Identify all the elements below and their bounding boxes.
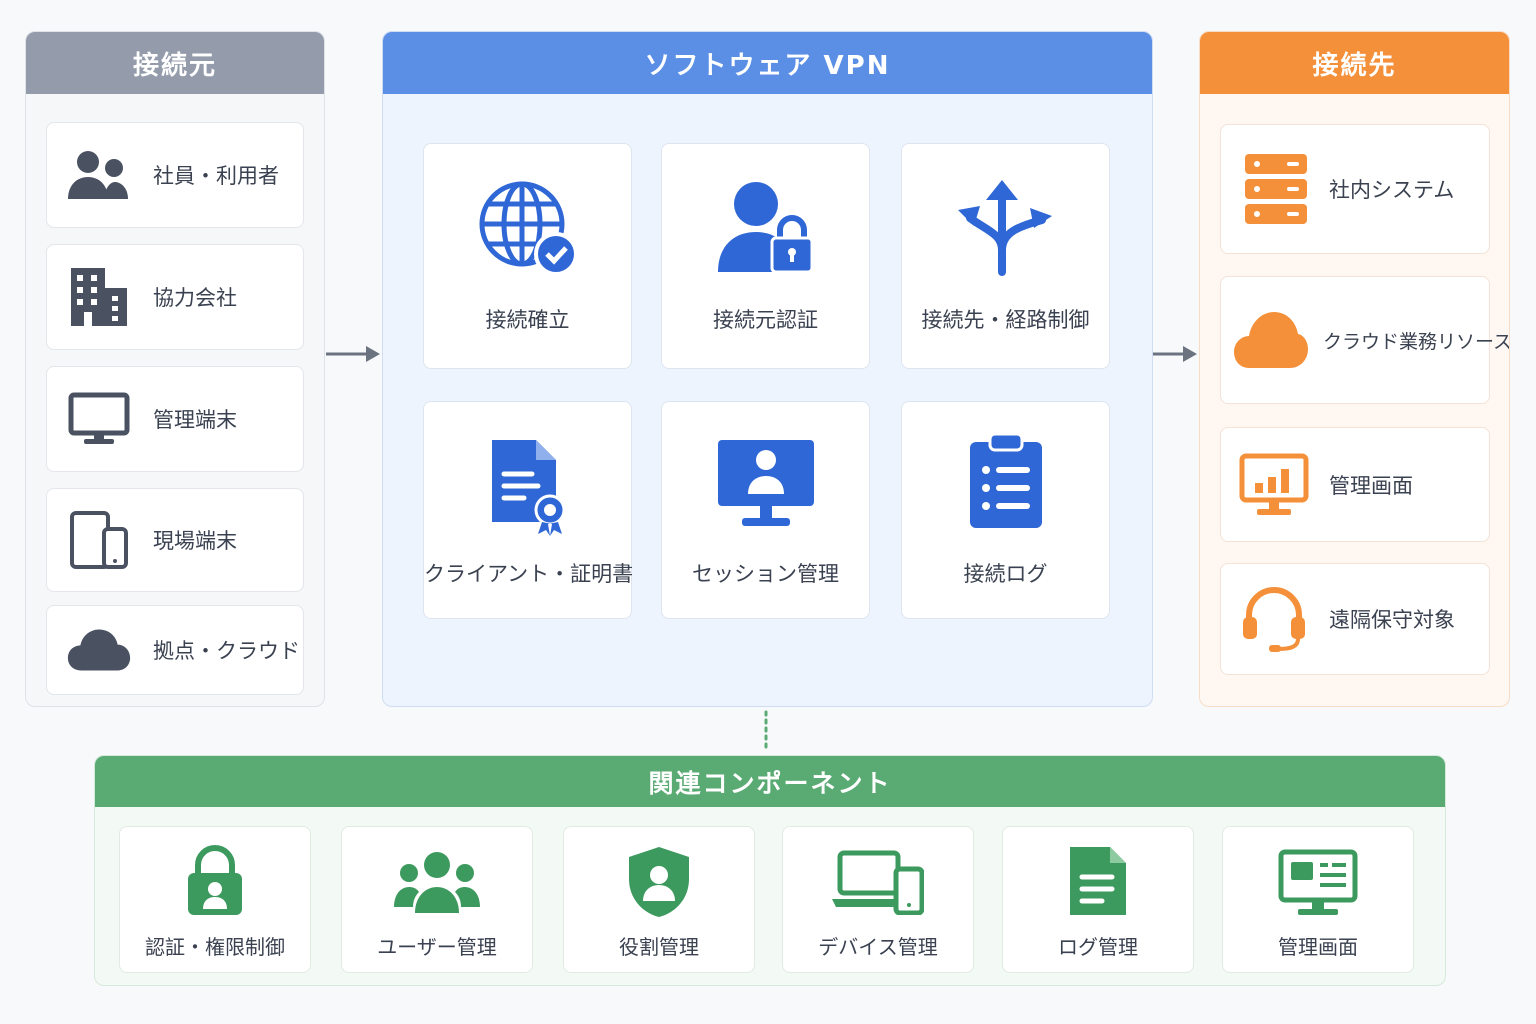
vpn-item-label: 接続ログ — [963, 562, 1048, 586]
vpn-item-label: クライアント・証明書 — [424, 562, 634, 586]
cloud-icon — [67, 625, 131, 675]
user-group-icon — [342, 851, 532, 913]
monitor-icon — [67, 392, 131, 446]
related-item-label: 管理画面 — [1278, 935, 1358, 959]
vpn-item-label: セッション管理 — [692, 562, 839, 586]
destination-item-cloud-resources[interactable]: クラウド業務リソース — [1220, 276, 1509, 404]
arrow-right-icon — [326, 346, 380, 362]
laptop-phone-icon — [783, 849, 973, 915]
source-item-label: 協力会社 — [153, 286, 237, 310]
lock-user-icon — [120, 845, 310, 917]
source-panel-title: 接続元 — [26, 32, 324, 94]
source-item-employees[interactable]: 社員・利用者 — [46, 122, 304, 228]
cloud-icon — [1233, 310, 1309, 370]
mobile-devices-icon — [67, 509, 131, 571]
vpn-item-label: 接続元認証 — [713, 308, 818, 332]
related-item-device-management[interactable]: デバイス管理 — [782, 826, 974, 973]
vpn-item-label: 接続先・経路制御 — [921, 308, 1090, 332]
related-item-user-management[interactable]: ユーザー管理 — [341, 826, 533, 973]
source-item-partner[interactable]: 協力会社 — [46, 244, 304, 350]
source-item-admin-terminal[interactable]: 管理端末 — [46, 366, 304, 472]
user-lock-icon — [717, 180, 814, 276]
dashboard-monitor-icon — [1239, 453, 1309, 517]
server-icon — [1243, 152, 1309, 226]
destination-item-admin-screen[interactable]: 管理画面 — [1220, 427, 1490, 542]
document-icon — [1003, 845, 1193, 917]
vpn-item-label: 接続確立 — [485, 308, 570, 332]
vpn-panel: ソフトウェア VPN 接続確立 接続元認証 接続先・経路制御 クライアント・証明… — [382, 31, 1153, 707]
source-item-field-terminal[interactable]: 現場端末 — [46, 488, 304, 592]
globe-check-icon — [478, 180, 578, 276]
source-item-label: 社員・利用者 — [153, 164, 279, 188]
headset-icon — [1239, 585, 1309, 653]
related-item-label: ログ管理 — [1058, 935, 1138, 959]
source-item-label: 拠点・クラウド — [153, 639, 300, 663]
source-panel: 接続元 社員・利用者 協力会社 管理端末 現場端末 拠点・クラウド — [25, 31, 325, 707]
vpn-item-connection[interactable]: 接続確立 — [423, 143, 632, 369]
destination-panel: 接続先 社内システム クラウド業務リソース 管理画面 遠隔保守対象 — [1199, 31, 1510, 707]
destination-item-label: 社内システム — [1329, 178, 1455, 202]
related-item-log-management[interactable]: ログ管理 — [1002, 826, 1194, 973]
source-item-label: 管理端末 — [153, 408, 237, 432]
related-item-label: 認証・権限制御 — [145, 935, 285, 959]
vpn-item-source-auth[interactable]: 接続元認証 — [661, 143, 870, 369]
related-item-role-management[interactable]: 役割管理 — [563, 826, 755, 973]
related-panel-title: 関連コンポーネント — [95, 756, 1445, 807]
destination-panel-title: 接続先 — [1200, 32, 1509, 94]
related-item-auth[interactable]: 認証・権限制御 — [119, 826, 311, 973]
certificate-icon — [488, 436, 568, 536]
vpn-item-session[interactable]: セッション管理 — [661, 401, 870, 619]
related-item-label: ユーザー管理 — [377, 935, 497, 959]
vpn-item-connection-log[interactable]: 接続ログ — [901, 401, 1110, 619]
destination-item-remote-maintenance[interactable]: 遠隔保守対象 — [1220, 563, 1490, 675]
building-icon — [67, 266, 131, 328]
route-split-icon — [956, 180, 1056, 276]
session-monitor-icon — [716, 438, 816, 530]
admin-monitor-icon — [1223, 849, 1413, 917]
arrow-right-icon — [1153, 346, 1197, 362]
clipboard-list-icon — [968, 432, 1044, 530]
source-item-label: 現場端末 — [153, 529, 237, 553]
users-icon — [67, 149, 131, 201]
destination-item-internal-system[interactable]: 社内システム — [1220, 124, 1490, 254]
related-item-label: 役割管理 — [619, 935, 699, 959]
related-item-label: デバイス管理 — [818, 935, 938, 959]
vpn-panel-title: ソフトウェア VPN — [383, 32, 1152, 94]
destination-item-label: 遠隔保守対象 — [1329, 608, 1455, 632]
destination-item-label: 管理画面 — [1329, 473, 1413, 498]
related-panel: 関連コンポーネント 認証・権限制御 ユーザー管理 役割管理 デバイス管理 ログ管… — [94, 755, 1446, 986]
vpn-item-client-cert[interactable]: クライアント・証明書 — [423, 401, 634, 619]
source-item-site-cloud[interactable]: 拠点・クラウド — [46, 605, 304, 695]
shield-user-icon — [564, 845, 754, 919]
destination-item-label: クラウド業務リソース — [1323, 330, 1510, 353]
dotted-connector — [764, 710, 768, 754]
related-item-admin-screen[interactable]: 管理画面 — [1222, 826, 1414, 973]
vpn-item-route-control[interactable]: 接続先・経路制御 — [901, 143, 1110, 369]
